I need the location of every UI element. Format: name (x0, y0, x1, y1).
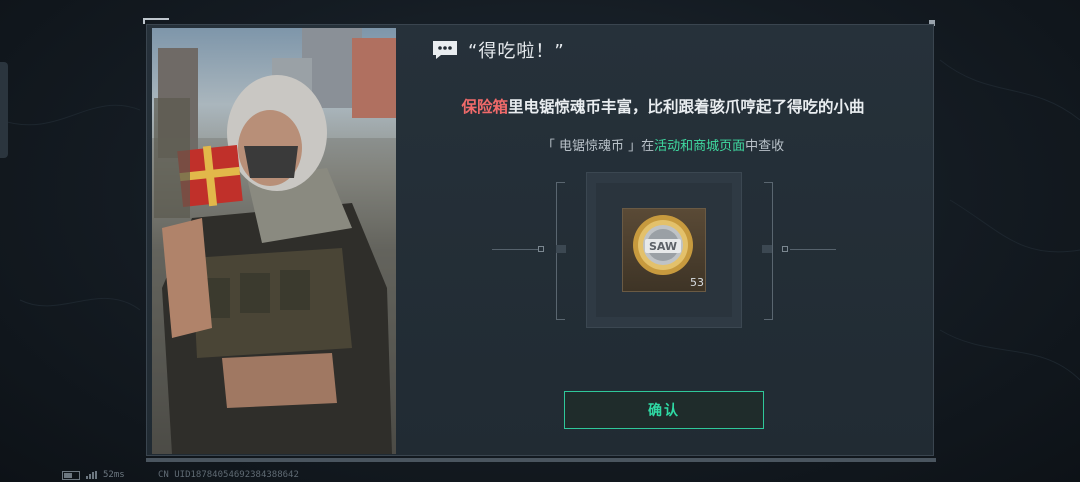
confirm-button[interactable]: 确认 (564, 391, 764, 429)
subline-highlight: 活动和商城页面 (654, 139, 746, 154)
character-artwork (152, 28, 396, 454)
slot-node-right (782, 246, 788, 252)
battery-icon (62, 470, 80, 480)
signal-icon (86, 471, 97, 479)
dialog-bottom-bar (146, 458, 936, 462)
saw-coin-icon: SAW (633, 215, 693, 275)
headline-text: 里电锯惊魂币丰富，比利跟着骇爪哼起了得吃的小曲 (508, 98, 865, 116)
status-bar: 52ms (62, 470, 125, 480)
slot-connector-left (492, 249, 538, 250)
dialog-title: “得吃啦！” (468, 41, 565, 62)
reward-headline: 保险箱里电锯惊魂币丰富，比利跟着骇爪哼起了得吃的小曲 (396, 95, 930, 117)
subline-prefix: 「 电锯惊魂币 」在 (541, 139, 655, 154)
side-tab (0, 62, 8, 158)
headline-highlight: 保险箱 (461, 98, 508, 116)
slot-node-left (538, 246, 544, 252)
reward-item-count: 53 (690, 276, 704, 289)
svg-text:SAW: SAW (649, 240, 677, 253)
reward-subline: 「 电锯惊魂币 」在活动和商城页面中查收 (396, 135, 930, 154)
uid-text: CN UID18784054692384388642 (158, 470, 299, 480)
character-figure (152, 75, 396, 454)
slot-tab-left (556, 245, 566, 253)
slot-connector-right (790, 249, 836, 250)
chat-bubble-icon (433, 41, 457, 59)
slot-tab-right (762, 245, 772, 253)
subline-suffix: 中查收 (745, 139, 785, 154)
ping-text: 52ms (103, 470, 125, 480)
